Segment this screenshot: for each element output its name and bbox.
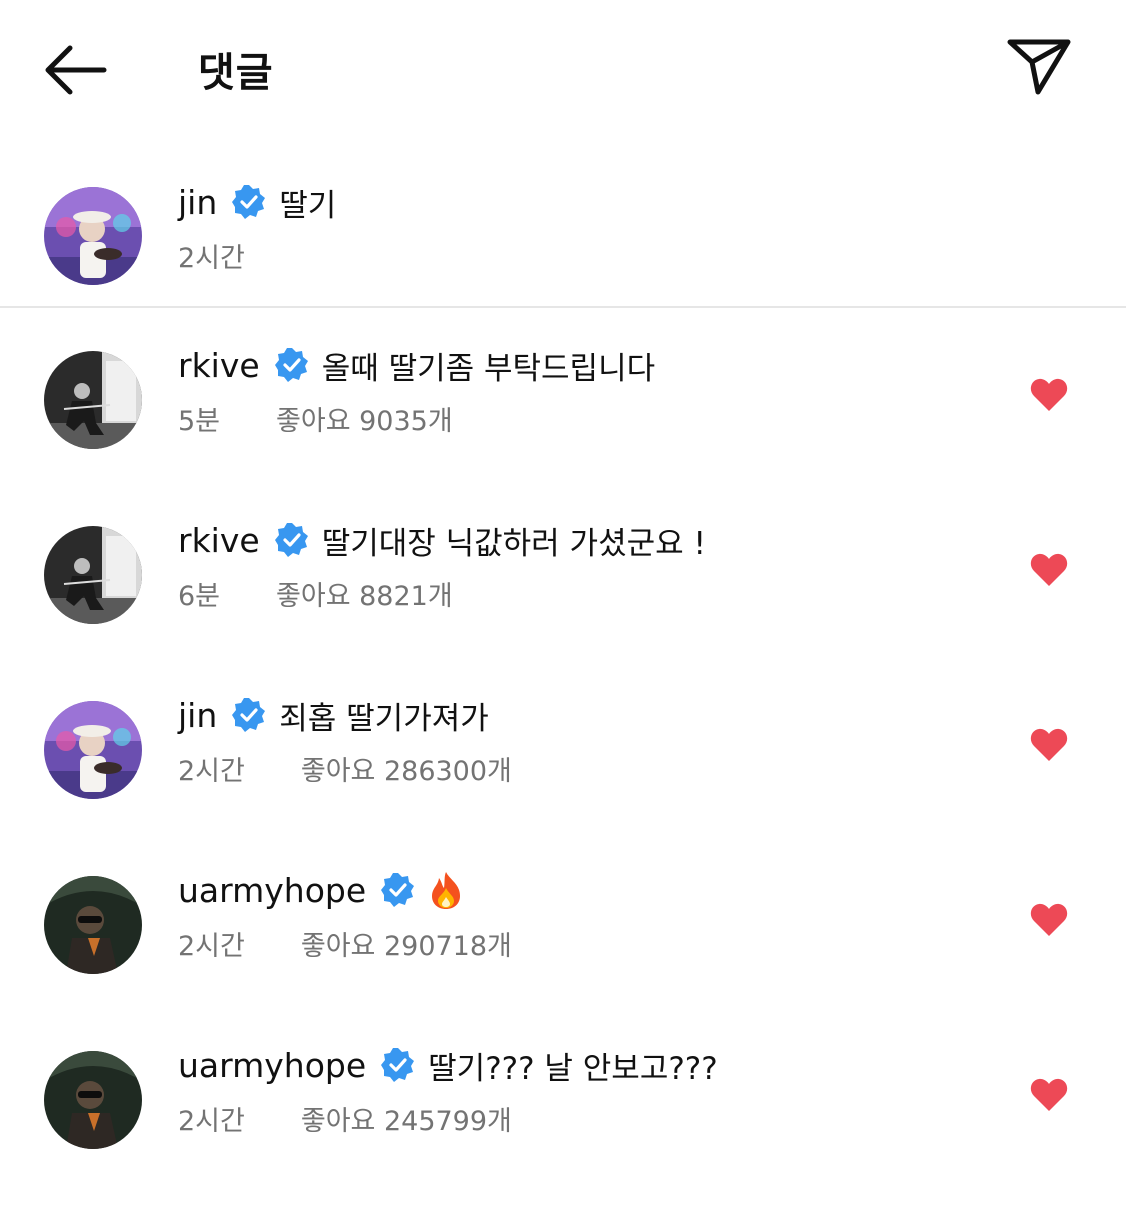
comment-header: rkive 딸기대장 닉값하러 가셨군요 ! — [178, 518, 706, 562]
caption-meta: 2시간 — [178, 235, 245, 275]
comment-username[interactable]: uarmyhope — [178, 871, 366, 910]
comment-meta: 6분 좋아요 8821개 — [178, 573, 453, 613]
comment-username[interactable]: jin — [178, 696, 217, 735]
comment-likes[interactable]: 좋아요 8821개 — [276, 574, 453, 613]
back-button[interactable] — [40, 38, 112, 102]
comment-likes[interactable]: 좋아요 9035개 — [276, 399, 453, 438]
send-button[interactable] — [1002, 34, 1074, 98]
comment-likes[interactable]: 좋아요 245799개 — [301, 1099, 512, 1138]
avatar[interactable] — [44, 876, 142, 974]
comment-header: jin 죄홉 딸기가져가 — [178, 693, 489, 737]
verified-badge-icon — [231, 697, 267, 733]
like-button[interactable] — [1030, 378, 1068, 412]
caption-header: jin 딸기 — [178, 180, 336, 224]
comment-text: 딸기대장 닉값하러 가셨군요 ! — [321, 525, 706, 562]
like-button[interactable] — [1030, 553, 1068, 587]
verified-badge-icon — [231, 184, 267, 220]
heart-icon — [1030, 728, 1068, 761]
comment-item: uarmyhope 2시간 좋아요 290718개 — [0, 858, 1126, 1033]
comment-likes[interactable]: 좋아요 286300개 — [301, 749, 512, 788]
comment-item: rkive 딸기대장 닉값하러 가셨군요 ! 6분 좋아요 8821개 — [0, 508, 1126, 683]
comment-meta: 2시간 좋아요 245799개 — [178, 1098, 512, 1138]
avatar[interactable] — [44, 526, 142, 624]
comment-username[interactable]: rkive — [178, 346, 260, 385]
comment-time: 6분 — [178, 580, 221, 612]
comment-header: uarmyhope 딸기??? 날 안보고??? — [178, 1043, 718, 1087]
comment-time: 2시간 — [178, 930, 245, 962]
verified-badge-icon — [380, 1047, 416, 1083]
avatar[interactable] — [44, 1051, 142, 1149]
comment-meta: 2시간 좋아요 286300개 — [178, 748, 512, 788]
like-button[interactable] — [1030, 728, 1068, 762]
comment-meta: 2시간 좋아요 290718개 — [178, 923, 512, 963]
verified-badge-icon — [274, 347, 310, 383]
fire-emoji-icon — [428, 870, 464, 910]
comment-header: uarmyhope — [178, 868, 464, 912]
comment-item: jin 죄홉 딸기가져가 2시간 좋아요 286300개 — [0, 683, 1126, 858]
comment-time: 2시간 — [178, 755, 245, 787]
avatar[interactable] — [44, 701, 142, 799]
caption-username[interactable]: jin — [178, 183, 217, 222]
send-icon — [1007, 39, 1071, 95]
comment-likes[interactable]: 좋아요 290718개 — [301, 924, 512, 963]
heart-icon — [1030, 1078, 1068, 1111]
comment-username[interactable]: uarmyhope — [178, 1046, 366, 1085]
header: 댓글 — [0, 0, 1126, 140]
comment-text: 올때 딸기좀 부탁드립니다 — [321, 350, 656, 387]
comment-text: 딸기??? 날 안보고??? — [428, 1050, 718, 1087]
comment-time: 2시간 — [178, 1105, 245, 1137]
verified-badge-icon — [380, 872, 416, 908]
comment-time: 5분 — [178, 405, 221, 437]
heart-icon — [1030, 378, 1068, 411]
comment-header: rkive 올때 딸기좀 부탁드립니다 — [178, 343, 655, 387]
caption-text: 딸기 — [279, 187, 337, 224]
comment-item: uarmyhope 딸기??? 날 안보고??? 2시간 좋아요 245799개 — [0, 1033, 1126, 1208]
avatar[interactable] — [44, 187, 142, 285]
avatar[interactable] — [44, 351, 142, 449]
caption: jin 딸기 2시간 — [0, 150, 1126, 306]
like-button[interactable] — [1030, 1078, 1068, 1112]
verified-badge-icon — [274, 522, 310, 558]
heart-icon — [1030, 903, 1068, 936]
comment-meta: 5분 좋아요 9035개 — [178, 398, 453, 438]
page-title: 댓글 — [198, 50, 274, 96]
comment-item: rkive 올때 딸기좀 부탁드립니다 5분 좋아요 9035개 — [0, 333, 1126, 508]
comment-text: 죄홉 딸기가져가 — [279, 700, 489, 737]
divider — [0, 306, 1126, 308]
heart-icon — [1030, 553, 1068, 586]
arrow-left-icon — [45, 45, 107, 95]
like-button[interactable] — [1030, 903, 1068, 937]
comment-username[interactable]: rkive — [178, 521, 260, 560]
caption-time: 2시간 — [178, 242, 245, 274]
